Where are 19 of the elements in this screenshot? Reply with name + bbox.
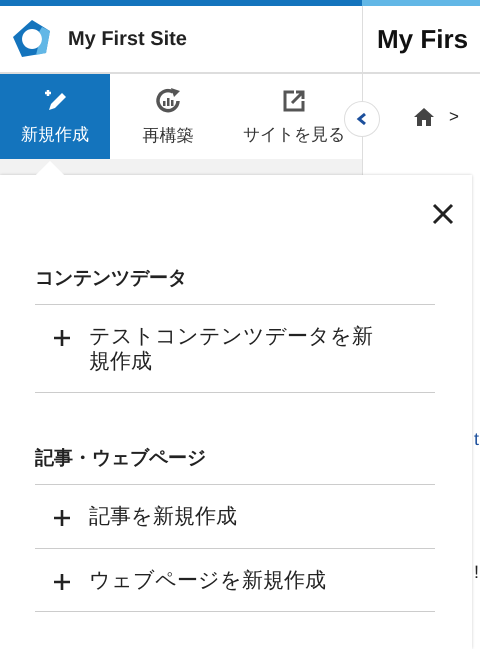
create-link[interactable]: ウェブページを新規作成 <box>35 548 435 612</box>
plus-icon <box>53 509 71 528</box>
chevron-left-icon <box>356 112 368 126</box>
page-title: My Firs <box>363 6 480 74</box>
create-link[interactable]: テストコンテンツデータを新規作成 <box>35 305 435 394</box>
close-icon <box>432 203 454 225</box>
collapse-button[interactable] <box>344 101 380 137</box>
cut-off-text: ! <box>474 562 480 583</box>
site-name: My First Site <box>68 28 187 50</box>
create-link[interactable]: 記事を新規作成 <box>35 485 435 549</box>
toolbar-button[interactable]: 新規作成 <box>0 74 110 159</box>
plus-icon <box>53 329 71 347</box>
section-heading: コンテンツデータ <box>35 265 435 305</box>
close-button[interactable] <box>430 201 456 227</box>
cut-off-text: t <box>474 429 480 450</box>
section-heading: 記事・ウェブページ <box>35 445 435 486</box>
home-icon[interactable] <box>413 106 435 126</box>
breadcrumb-separator: > <box>449 106 459 126</box>
plus-icon <box>53 572 71 591</box>
